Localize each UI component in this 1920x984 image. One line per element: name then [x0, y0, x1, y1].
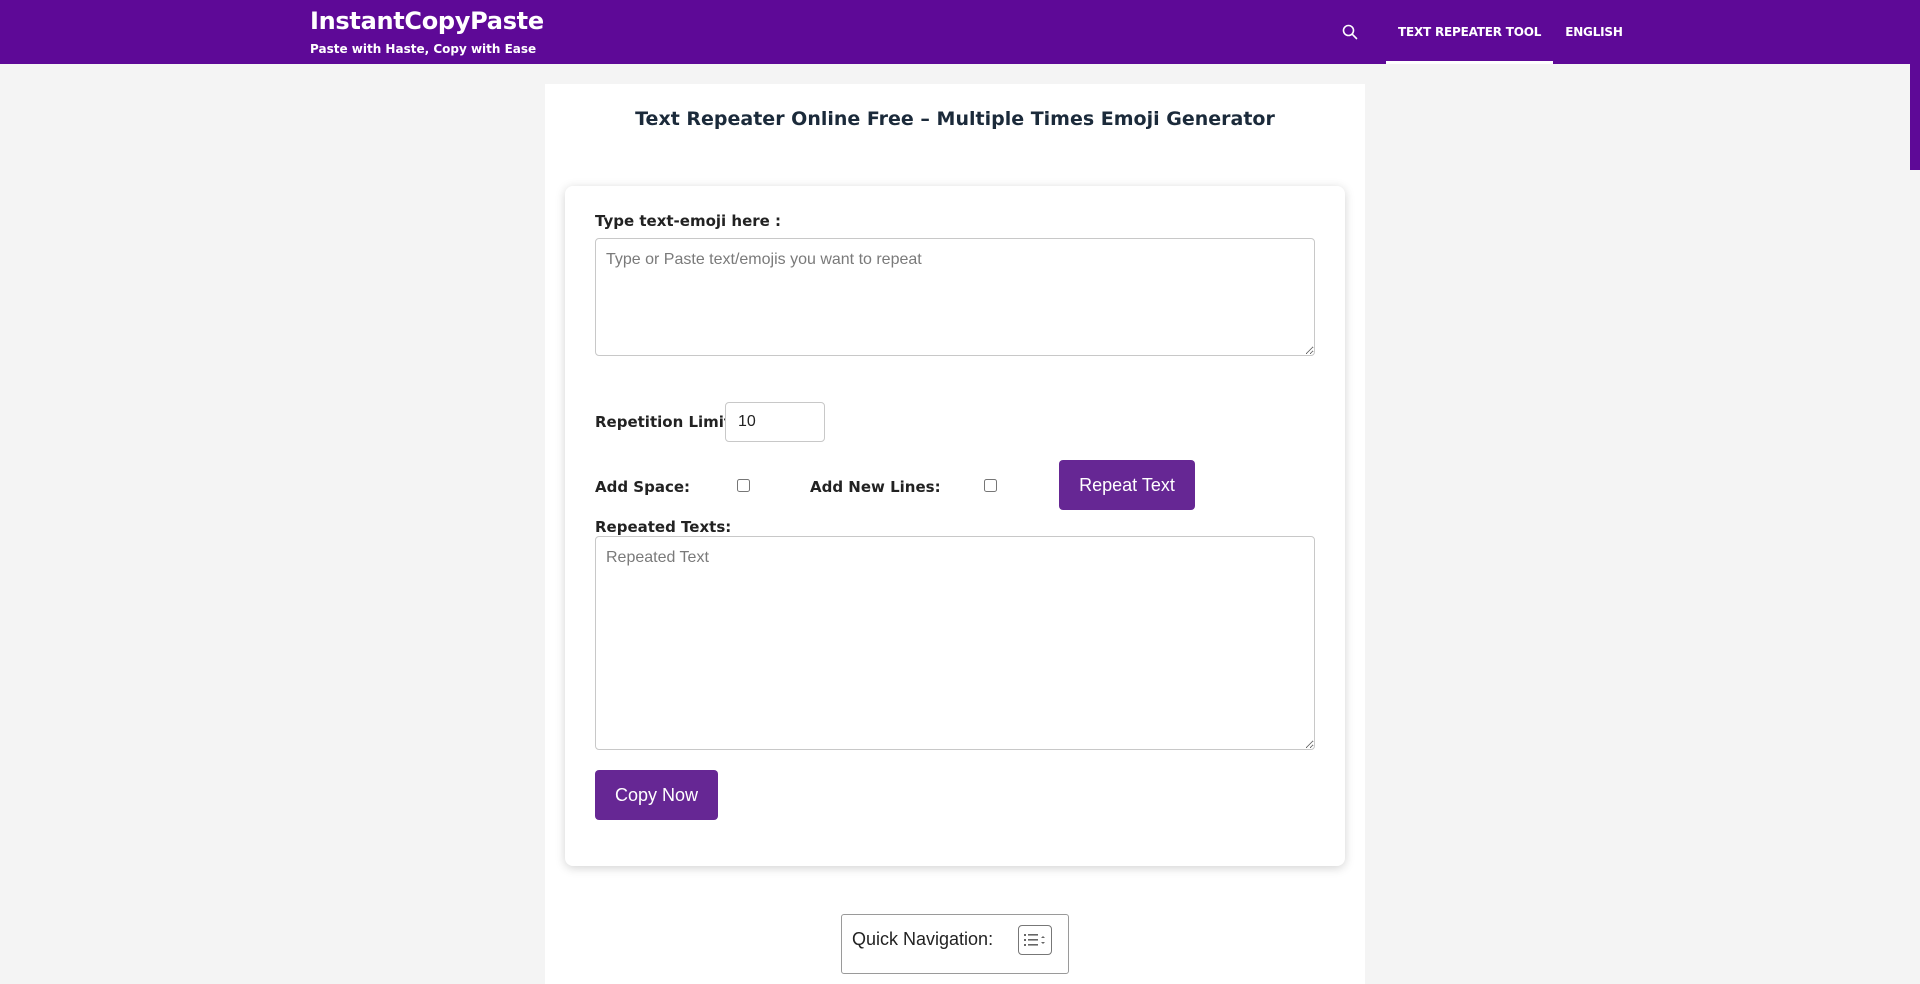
repetition-limit-label: Repetition Limit:: [595, 413, 738, 431]
list-icon: [1024, 934, 1045, 946]
add-space-checkbox[interactable]: [737, 479, 750, 492]
text-input[interactable]: [595, 238, 1315, 356]
repeated-texts-label: Repeated Texts:: [595, 518, 732, 536]
main-nav: Text Repeater Tool English: [1330, 0, 1635, 64]
repeat-text-button[interactable]: Repeat Text: [1059, 460, 1195, 510]
search-icon[interactable]: [1330, 0, 1370, 64]
nav-item-text-repeater-tool[interactable]: Text Repeater Tool: [1386, 0, 1554, 64]
brand[interactable]: InstantCopyPaste Paste with Haste, Copy …: [310, 6, 544, 56]
nav-item-english[interactable]: English: [1553, 0, 1635, 64]
search-icon-graphic: [1342, 24, 1358, 40]
site-header: InstantCopyPaste Paste with Haste, Copy …: [0, 0, 1920, 64]
site-tagline: Paste with Haste, Copy with Ease: [310, 42, 537, 56]
page-title: Text Repeater Online Free – Multiple Tim…: [635, 108, 1275, 130]
quick-navigation-label: Quick Navigation:: [852, 929, 994, 949]
copy-now-button[interactable]: Copy Now: [595, 770, 718, 820]
text-repeater-card: Type text-emoji here : Repetition Limit:…: [565, 186, 1345, 866]
quick-navigation: Quick Navigation:: [841, 914, 1069, 974]
add-space-label: Add Space:: [595, 478, 691, 496]
repeated-text-output[interactable]: [595, 536, 1315, 750]
add-new-lines-label: Add New Lines:: [810, 478, 941, 496]
repetition-limit-input[interactable]: [725, 402, 825, 442]
input-label: Type text-emoji here :: [595, 212, 782, 230]
list-toggle-icon[interactable]: [1018, 925, 1052, 955]
main-content: Text Repeater Online Free – Multiple Tim…: [545, 84, 1365, 984]
scrollbar-thumb[interactable]: [1910, 64, 1920, 170]
add-new-lines-checkbox[interactable]: [984, 479, 997, 492]
site-title[interactable]: InstantCopyPaste: [310, 6, 544, 36]
